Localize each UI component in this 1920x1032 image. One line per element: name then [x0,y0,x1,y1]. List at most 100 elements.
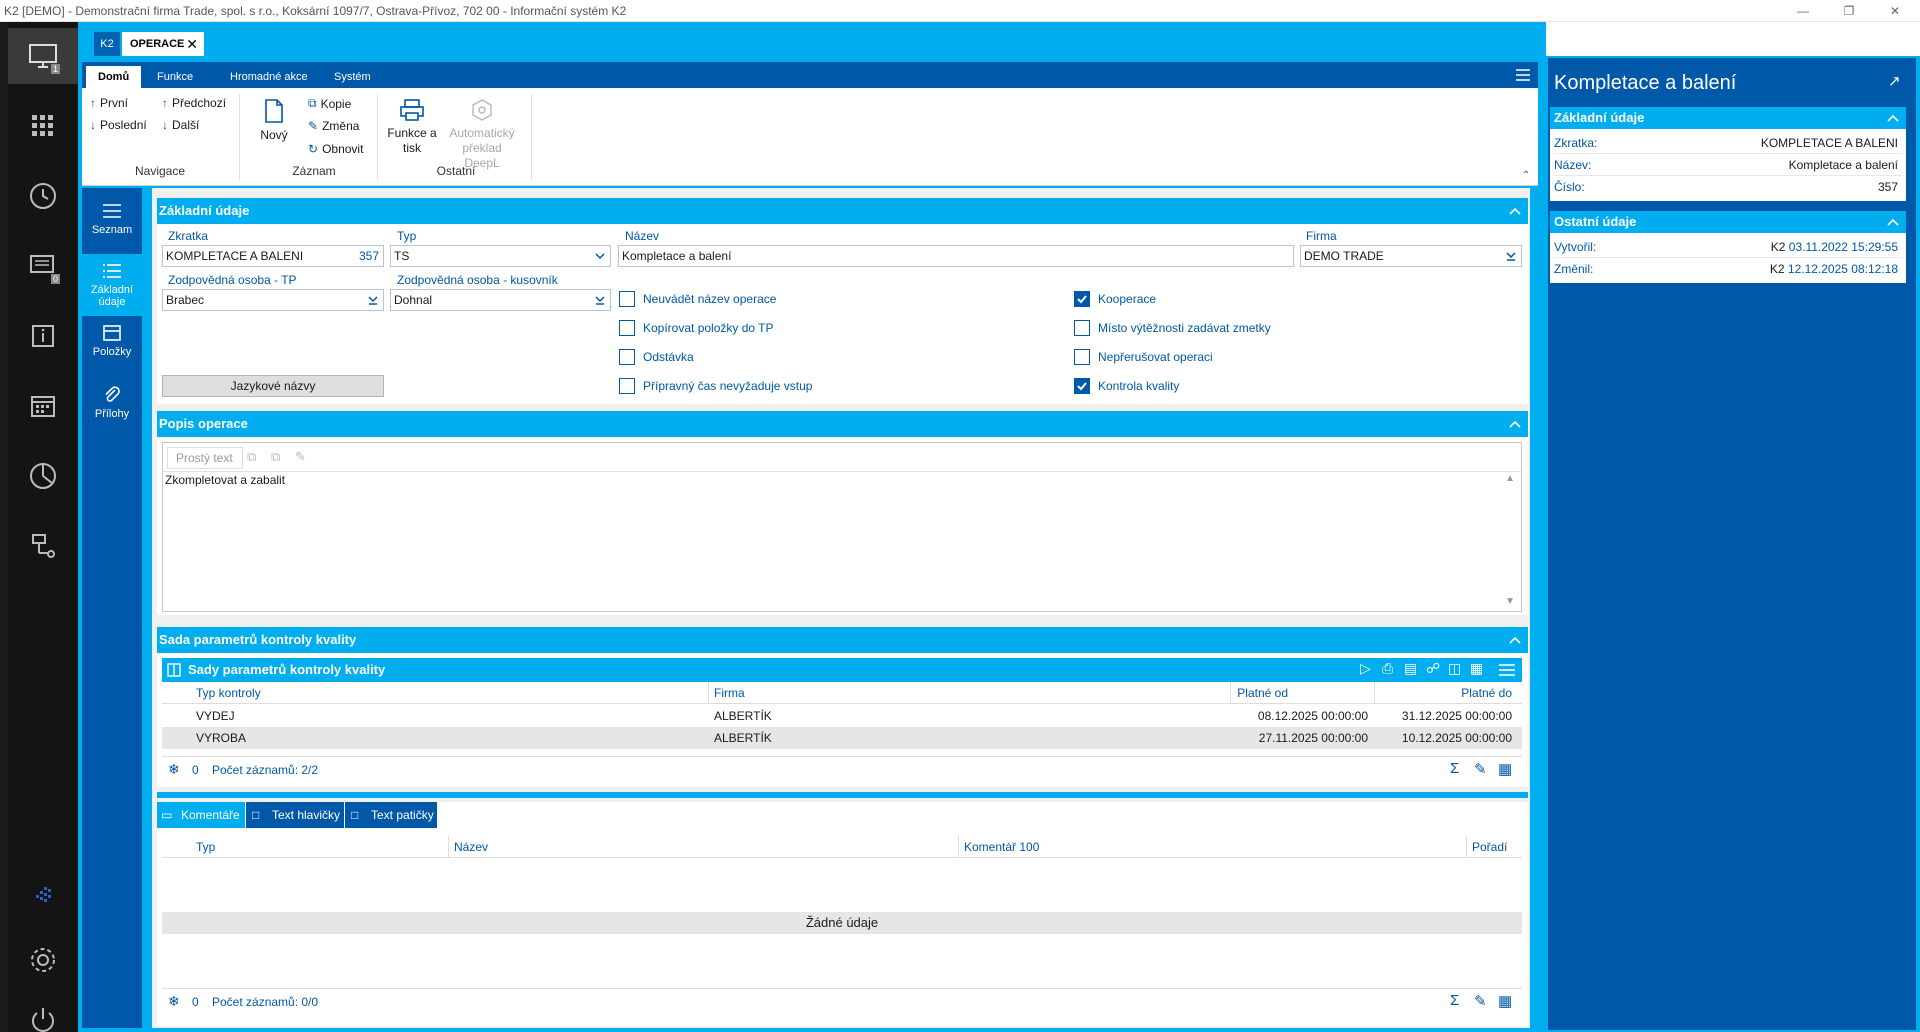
typ-select[interactable]: TS [390,245,611,267]
sidenav-seznam[interactable]: Seznam [82,194,142,256]
hamburger-icon[interactable] [1498,662,1516,678]
right-section-basic[interactable]: Základní údaje [1550,107,1906,129]
col-firma[interactable]: Firma [714,683,745,703]
format-select[interactable]: Prostý text [167,447,243,469]
check-neprerusovat[interactable]: Nepřerušovat operaci [1074,349,1213,365]
col-typ-kontroly[interactable]: Typ kontroly [196,683,261,703]
chevron-up-icon[interactable] [1886,215,1900,229]
share-icon[interactable]: ☍ [1426,660,1440,677]
col-platne-do[interactable]: Platné do [1312,683,1512,703]
check-kopirovat-polozky[interactable]: Kopírovat položky do TP [619,320,774,336]
copy-icon[interactable]: ⧉ [247,449,256,465]
paste-icon[interactable]: ⧉ [271,449,280,465]
tab-k2[interactable]: K2 [94,32,120,56]
grid-settings-icon[interactable]: ▦ [1498,992,1512,1010]
filter-dropdown-icon[interactable] [366,293,380,307]
deepl-button[interactable]: Automatický překlad DeepL [444,98,520,171]
filter-gear-icon[interactable]: ❄ [168,761,180,778]
close-button[interactable]: ✕ [1880,2,1910,20]
prev-button[interactable]: ↑ Předchozí [162,96,226,110]
refresh-button[interactable]: ↻ Obnovit [308,142,363,156]
grid-settings-icon[interactable]: ▦ [1498,760,1512,778]
gear-icon[interactable] [8,932,78,988]
scroll-up-icon[interactable]: ▲ [1505,473,1515,484]
info-icon[interactable] [8,308,78,364]
change-button[interactable]: ✎ Změna [308,119,359,133]
checkbox-checked[interactable] [1074,291,1090,307]
menu-tab-domu[interactable]: Domů [86,66,142,88]
pencil-icon[interactable]: ✎ [295,449,306,465]
section-header-basic[interactable]: Základní údaje [157,198,1528,224]
splitter[interactable] [157,792,1528,798]
col-typ[interactable]: Typ [196,837,215,857]
checkbox[interactable] [619,378,635,394]
popis-editor[interactable]: Prostý text ⧉ ⧉ ✎ Zkompletovat a zabalit… [162,442,1522,612]
filter-gear-icon[interactable]: ❄ [168,993,180,1010]
zkratka-field[interactable]: KOMPLETACE A BALENI 357 [162,245,384,267]
play-icon[interactable]: ▷ [1360,660,1371,677]
col-poradi[interactable]: Pořadí [1472,837,1507,857]
power-icon[interactable] [8,992,78,1032]
pencil-icon[interactable]: ✎ [1474,992,1487,1010]
monitor-icon[interactable]: 1 [8,28,78,84]
filter-dropdown-icon[interactable] [593,293,607,307]
print-button[interactable]: Funkce a tisk [382,98,442,156]
next-button[interactable]: ↓ Další [162,118,199,132]
menu-tab-funkce[interactable]: Funkce [145,66,205,88]
col-nazev[interactable]: Název [454,837,488,857]
menu-tab-system[interactable]: Systém [322,66,383,88]
tab-text-hlavicky[interactable]: □ Text hlavičky [246,802,344,828]
minimize-button[interactable]: — [1788,2,1818,20]
pencil-icon[interactable]: ✎ [1474,760,1487,778]
checkbox[interactable] [619,349,635,365]
first-button[interactable]: ↑ První [90,96,128,110]
network-icon[interactable] [8,518,78,574]
chevron-up-icon[interactable] [1508,633,1522,647]
collapse-ribbon-icon[interactable]: ⌃ [1522,170,1530,181]
section-header-popis[interactable]: Popis operace [157,411,1528,437]
sum-icon[interactable]: Σ [1450,760,1459,777]
export-icon[interactable]: ▦ [1470,660,1483,677]
hamburger-icon[interactable] [1514,66,1532,84]
filter-dropdown-icon[interactable] [1504,249,1518,263]
tab-operace[interactable]: OPERACE ✕ [122,32,204,56]
columns-icon[interactable]: ◫ [1448,660,1461,677]
checkbox[interactable] [1074,320,1090,336]
check-pripravny-cas[interactable]: Přípravný čas nevyžaduje vstup [619,378,812,394]
pie-chart-icon[interactable] [8,448,78,504]
table-row[interactable]: VYROBA ALBERTÍK 27.11.2025 00:00:00 10.1… [162,727,1522,749]
menu-tab-hromadne-akce[interactable]: Hromadné akce [218,66,320,88]
col-platne-od[interactable]: Platné od [1162,683,1288,703]
check-kooperace[interactable]: Kooperace [1074,291,1156,307]
nazev-field[interactable]: Kompletace a balení [618,245,1294,267]
check-misto-vytleznosti[interactable]: Místo výtěžnosti zadávat zmetky [1074,320,1271,336]
close-icon[interactable]: ✕ [186,32,198,56]
checkbox-checked[interactable] [1074,378,1090,394]
tp-select[interactable]: Brabec [162,289,384,311]
tab-komentare[interactable]: ▭ Komentáře [157,802,245,828]
checkbox[interactable] [1074,349,1090,365]
right-section-other[interactable]: Ostatní údaje [1550,211,1906,233]
sidenav-polozky[interactable]: Položky [82,316,142,378]
history-icon[interactable] [8,168,78,224]
checkbox[interactable] [619,320,635,336]
check-kontrola-kvality[interactable]: Kontrola kvality [1074,378,1179,394]
apps-grid-icon[interactable] [8,98,78,154]
last-button[interactable]: ↓ Poslední [90,118,147,132]
tab-text-paticky[interactable]: □ Text patičky [345,802,437,828]
messages-icon[interactable]: 0 [8,238,78,294]
sidenav-prilohy[interactable]: Přílohy [82,378,142,440]
scroll-down-icon[interactable]: ▼ [1505,596,1515,607]
printer-icon[interactable]: ⎙ [1382,660,1393,677]
chevron-up-icon[interactable] [1508,204,1522,218]
check-odstavka[interactable]: Odstávka [619,349,694,365]
table-row[interactable]: VYDEJ ALBERTÍK 08.12.2025 00:00:00 31.12… [162,705,1522,727]
chevron-up-icon[interactable] [1886,111,1900,125]
jazykove-nazvy-button[interactable]: Jazykové názvy [162,375,384,397]
kus-select[interactable]: Dohnal [390,289,611,311]
copy-button[interactable]: ⧉ Kopie [308,96,351,111]
sidenav-zakladni-udaje[interactable]: Základní údaje [82,254,142,316]
chevron-up-icon[interactable] [1508,417,1522,431]
calendar-icon[interactable] [8,378,78,434]
new-button[interactable]: Nový [254,98,294,143]
